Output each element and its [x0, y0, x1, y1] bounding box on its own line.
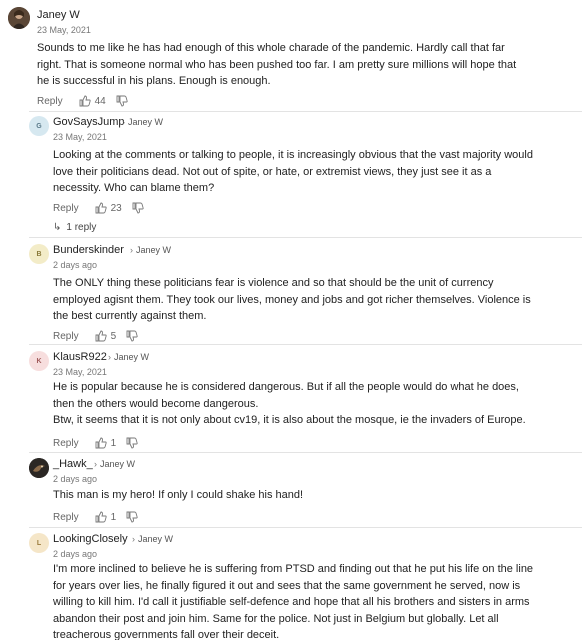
avatar-letter[interactable]: G: [29, 116, 49, 136]
reply-arrow-icon: ›: [130, 245, 133, 255]
reply-to-label: › Janey W: [122, 117, 163, 127]
reply-to-name[interactable]: Janey W: [114, 352, 149, 362]
reply-arrow-icon: ›: [132, 534, 135, 544]
reply-to-label: › Janey W: [94, 459, 135, 469]
comment-text: Sounds to me like he has had enough of t…: [37, 40, 577, 90]
comment-date: 23 May, 2021: [53, 132, 107, 142]
comment-text-line: The ONLY thing these politicians fear is…: [53, 277, 494, 289]
reply-to-name[interactable]: Janey W: [100, 459, 135, 469]
comment-author[interactable]: KlausR922: [53, 351, 107, 363]
comment-author[interactable]: GovSaysJump: [53, 116, 125, 128]
like-count: 44: [94, 95, 106, 107]
comment-text-line: then the others would become dangerous.: [53, 397, 259, 410]
comment-text-line: willing to kill him. I'd call it justifi…: [53, 596, 530, 608]
avatar-letter[interactable]: K: [29, 351, 49, 371]
thumbs-down-icon[interactable]: [126, 511, 138, 523]
comment-text-line: treacherous governments fall over their …: [53, 629, 280, 640]
comment-text: The ONLY thing these politicians fear is…: [53, 275, 578, 325]
comment-author[interactable]: Janey W: [37, 9, 80, 21]
comment-text: I'm more inclined to believe he is suffe…: [53, 561, 579, 640]
comment-bunderskinder: B Bunderskinder › Janey W 2 days ago The …: [0, 240, 582, 346]
comment-text: He is popular because he is considered d…: [53, 379, 578, 429]
reply-arrow-icon: ›: [94, 459, 97, 469]
comment-text: Looking at the comments or talking to pe…: [53, 147, 578, 197]
reply-to-name[interactable]: Janey W: [128, 117, 163, 127]
comment-actions: Reply 1: [53, 511, 142, 523]
comment-date: 23 May, 2021: [53, 367, 107, 377]
like-count: 1: [110, 511, 117, 523]
thumbs-up-icon[interactable]: [79, 95, 91, 107]
comment-text-line: Sounds to me like he has had enough of t…: [37, 42, 505, 54]
comment-text-line: I'm more inclined to believe he is suffe…: [53, 563, 534, 575]
avatar-letter[interactable]: B: [29, 244, 49, 264]
comment-date: 2 days ago: [53, 474, 98, 484]
comment-klausr922: K KlausR922 › Janey W 23 May, 2021 He is …: [0, 347, 582, 453]
comment-author[interactable]: LookingClosely: [53, 533, 128, 545]
comment-text-line: love their politicians dead. Not out of …: [53, 165, 492, 178]
thumbs-down-icon[interactable]: [126, 330, 138, 342]
reply-to-name[interactable]: Janey W: [138, 534, 173, 544]
like-count: 23: [110, 202, 122, 214]
comment-text-line: necessity. Who can blame them?: [53, 182, 215, 194]
thumbs-up-icon[interactable]: [95, 437, 107, 449]
reply-button[interactable]: Reply: [53, 512, 79, 523]
comment-text-line: abandon their post and join him. Same fo…: [53, 612, 499, 625]
comment-date: 2 days ago: [53, 549, 98, 559]
reply-arrow-icon: ›: [122, 117, 125, 127]
reply-to-label: › Janey W: [132, 534, 173, 544]
thumbs-up-icon[interactable]: [95, 330, 107, 342]
reply-to-label: › Janey W: [108, 352, 149, 362]
divider: [29, 344, 582, 345]
comment-hawk: _Hawk_ › Janey W 2 days ago This man is m…: [0, 454, 582, 528]
comment-text-line: Btw, it seems that it is not only about …: [53, 414, 526, 426]
comment-date: 2 days ago: [53, 260, 98, 270]
comment-text: This man is my hero! If only I could sha…: [53, 487, 578, 504]
thumbs-down-icon[interactable]: [132, 202, 144, 214]
comment-actions: Reply 5: [53, 330, 142, 342]
reply-button[interactable]: Reply: [53, 331, 79, 342]
comment-text-line: for years over lies, he finally figured …: [53, 579, 521, 592]
comment-author[interactable]: _Hawk_: [53, 458, 93, 470]
divider: [29, 527, 582, 528]
comment-actions: Reply 44: [37, 95, 132, 107]
thumbs-down-icon[interactable]: [116, 95, 128, 107]
avatar-letter[interactable]: L: [29, 533, 49, 553]
comment-janey-w: Janey W 23 May, 2021 Sounds to me like h…: [0, 0, 582, 112]
comment-author[interactable]: Bunderskinder: [53, 244, 124, 256]
comment-actions: Reply 23: [53, 202, 148, 214]
comment-text-line: the best currently against them.: [53, 310, 207, 322]
like-count: 1: [110, 437, 117, 449]
reply-button[interactable]: Reply: [37, 96, 63, 107]
divider: [29, 237, 582, 238]
comment-lookingclosely: L LookingClosely › Janey W 2 days ago I'm…: [0, 529, 582, 640]
reply-arrow-icon: ↳: [53, 222, 62, 233]
comment-thread: Janey W 23 May, 2021 Sounds to me like h…: [0, 0, 582, 640]
reply-button[interactable]: Reply: [53, 203, 79, 214]
comment-govsaysjump: G GovSaysJump › Janey W 23 May, 2021 Look…: [0, 112, 582, 239]
comment-date: 23 May, 2021: [37, 25, 91, 35]
user-photo-icon[interactable]: [8, 7, 30, 29]
like-count: 5: [110, 330, 117, 342]
reply-button[interactable]: Reply: [53, 438, 79, 449]
thumbs-up-icon[interactable]: [95, 511, 107, 523]
hawk-photo-icon[interactable]: [29, 458, 49, 478]
divider: [29, 452, 582, 453]
comment-text-line: right. That is someone normal who has be…: [37, 58, 517, 71]
thumbs-up-icon[interactable]: [95, 202, 107, 214]
comment-text-line: he is successful in his plans. Enough is…: [37, 75, 271, 87]
reply-to-label: › Janey W: [130, 245, 171, 255]
comment-actions: Reply 1: [53, 437, 142, 449]
comment-text-line: employed agisnt them. They took our live…: [53, 293, 531, 306]
thumbs-down-icon[interactable]: [126, 437, 138, 449]
reply-arrow-icon: ›: [108, 352, 111, 362]
comment-text-line: This man is my hero! If only I could sha…: [53, 489, 304, 501]
comment-text-line: He is popular because he is considered d…: [53, 381, 519, 393]
comment-text-line: Looking at the comments or talking to pe…: [53, 149, 533, 161]
reply-to-name[interactable]: Janey W: [136, 245, 171, 255]
replies-count-label[interactable]: 1 reply: [66, 222, 96, 233]
view-replies-link[interactable]: ↳ 1 reply: [53, 222, 96, 233]
